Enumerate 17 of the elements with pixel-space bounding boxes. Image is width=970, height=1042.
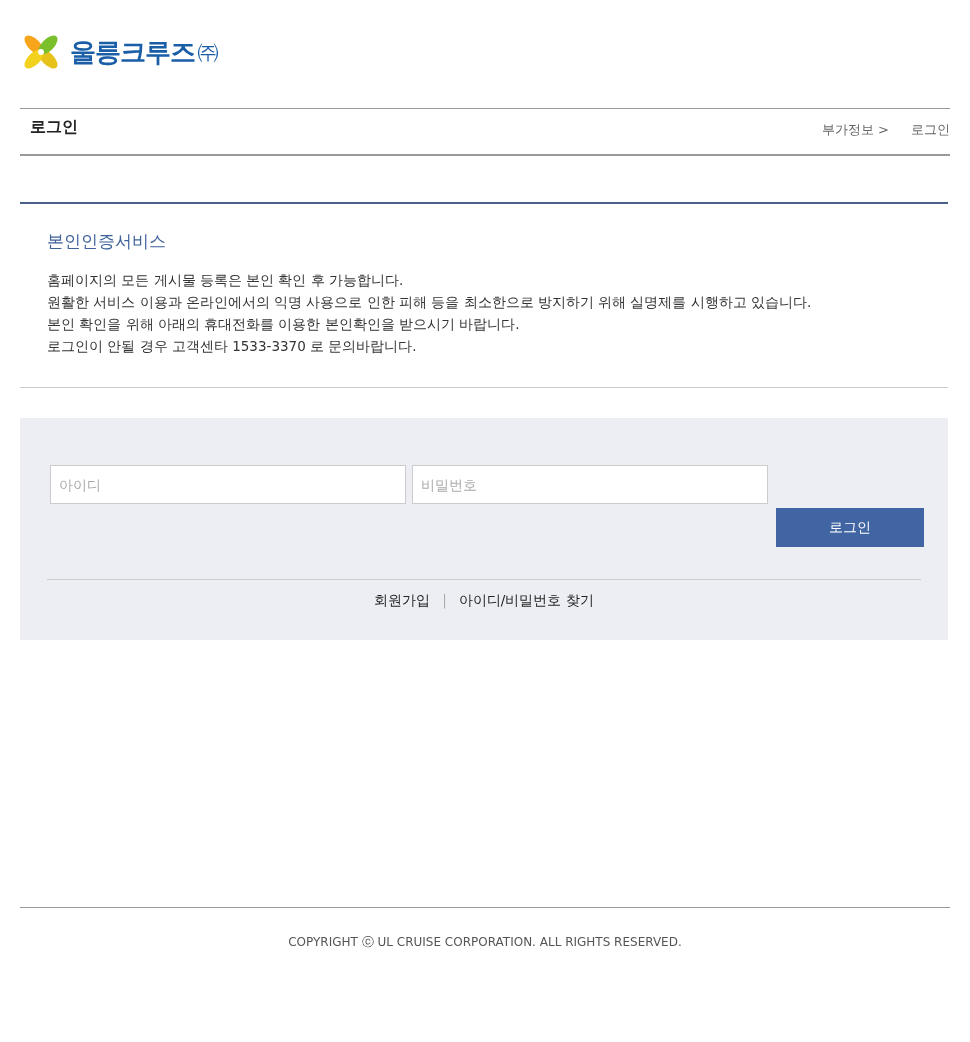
breadcrumb-link[interactable]: 부가정보 > <box>821 121 889 154</box>
company-name: 울릉크루즈 <box>70 35 195 69</box>
copyright-text: COPYRIGHT ⓒ UL CRUISE CORPORATION. ALL RIGHTS RESERVED. <box>288 935 682 949</box>
password-field[interactable]: 비밀번호 <box>412 465 768 504</box>
breadcrumb-link[interactable]: 로그인 <box>911 121 950 154</box>
notice-text: 원활한 서비스 이용과 온라인에서의 익명 사용으로 인한 피해 등을 최소한으로 방지하기 위해 실명제를 시행하고 있습니다. <box>47 293 813 312</box>
section-heading: 본인인증서비스 <box>46 230 167 253</box>
login-button[interactable]: 로그인 <box>776 508 924 547</box>
company-suffix: ㈜ <box>197 38 219 66</box>
separator: | <box>442 592 447 610</box>
id-field[interactable]: 아이디 <box>50 465 406 504</box>
notice-text: 홈페이지의 모든 게시물 등록은 본인 확인 후 가능합니다. <box>47 271 405 290</box>
page-title: 로그인 <box>29 116 79 138</box>
account-link[interactable]: 회원가입 <box>374 592 431 610</box>
account-link[interactable]: 아이디/비밀번호 찾기 <box>458 592 594 610</box>
notice-text: 본인 확인을 위해 아래의 휴대전화를 이용한 본인확인을 받으시기 바랍니다. <box>47 315 521 334</box>
notice-text: 로그인이 안될 경우 고객센타 1533-3370 로 문의바랍니다. <box>47 337 418 356</box>
